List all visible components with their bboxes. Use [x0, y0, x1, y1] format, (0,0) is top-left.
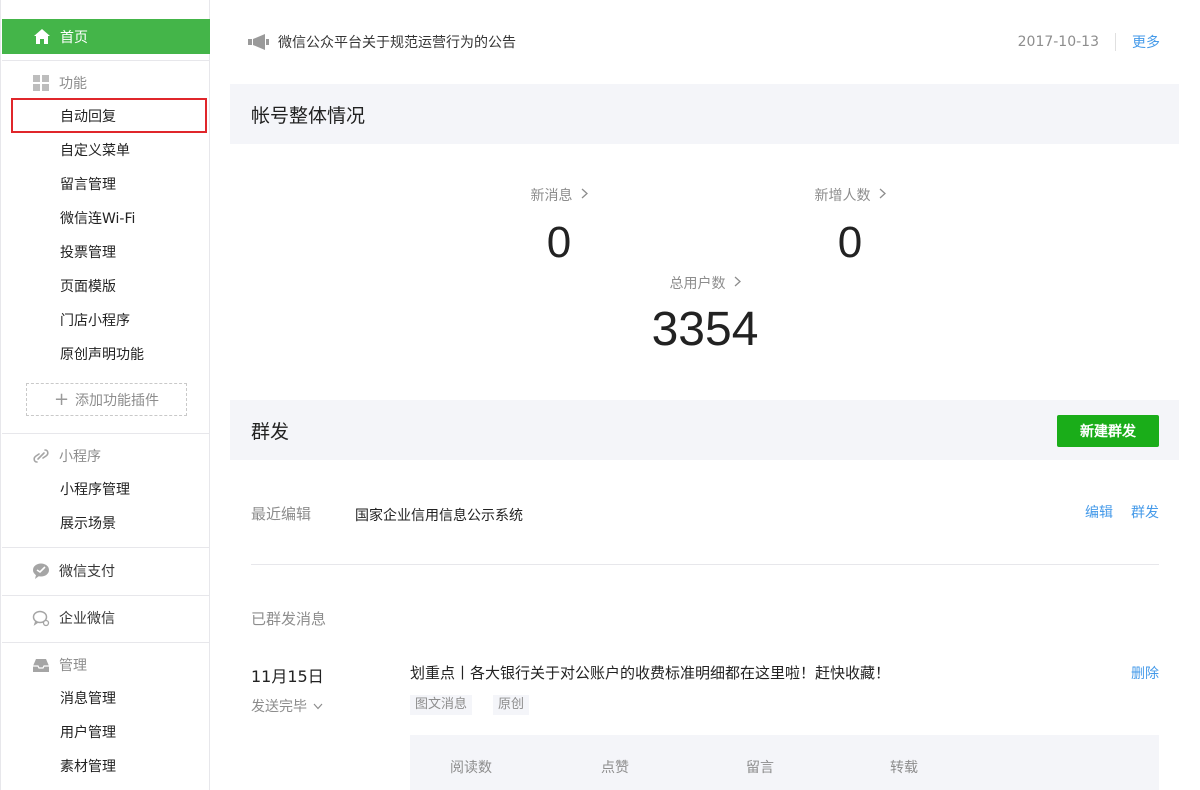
- stat-new-messages: 新消息 0: [494, 185, 624, 265]
- broadcast-header: 群发 新建群发: [230, 400, 1179, 460]
- edit-link[interactable]: 编辑: [1085, 502, 1113, 522]
- new-messages-label: 新消息: [530, 188, 573, 204]
- stat-new-users: 新增人数 0: [785, 185, 915, 265]
- message-status: 发送完毕: [251, 699, 307, 715]
- sidebar-item-materials[interactable]: 素材管理: [60, 752, 116, 782]
- sidebar-item-home[interactable]: 首页: [2, 19, 210, 54]
- sidebar-item-custom-menu[interactable]: 自定义菜单: [60, 136, 130, 166]
- recent-edit-label: 最近编辑: [251, 505, 312, 523]
- divider: [2, 642, 210, 643]
- divider: [251, 564, 1159, 565]
- section-header-functions: 功能: [1, 66, 210, 100]
- notice-date: 2017-10-13: [1017, 34, 1099, 50]
- sidebar-item-wifi[interactable]: 微信连Wi-Fi: [60, 204, 135, 234]
- section-label: 管理: [59, 658, 87, 674]
- new-users-link[interactable]: 新增人数: [815, 185, 886, 205]
- sidebar-item-label: 首页: [60, 29, 88, 46]
- divider: [2, 595, 210, 596]
- sidebar-item-comments[interactable]: 留言管理: [60, 170, 116, 200]
- sidebar-item-label: 企业微信: [59, 611, 115, 627]
- overview-header: 帐号整体情况: [230, 84, 1179, 144]
- stat-col-reposts: 转载: [890, 760, 918, 776]
- sidebar-item-original-declaration[interactable]: 原创声明功能: [60, 340, 144, 370]
- notice-bar: 微信公众平台关于规范运营行为的公告 2017-10-13 更多: [230, 25, 1179, 59]
- message-title[interactable]: 划重点丨各大银行关于对公账户的收费标准明细都在这里啦！赶快收藏！: [410, 662, 890, 683]
- stat-col-likes: 点赞: [601, 760, 629, 776]
- divider: [1115, 33, 1116, 51]
- work-wechat-icon: [32, 609, 50, 627]
- inbox-icon: [32, 656, 50, 674]
- sidebar-item-work-wechat[interactable]: 企业微信: [1, 601, 210, 635]
- sidebar-item-label: 微信支付: [59, 564, 115, 580]
- add-plugin-button[interactable]: + 添加功能插件: [26, 383, 187, 416]
- tag-original: 原创: [493, 695, 530, 715]
- overview-title: 帐号整体情况: [251, 104, 366, 127]
- grid-icon: [32, 74, 50, 92]
- sidebar-item-wechat-pay[interactable]: 微信支付: [1, 554, 210, 588]
- chevron-down-icon: [313, 698, 323, 714]
- sent-messages-label: 已群发消息: [251, 610, 327, 628]
- delete-link[interactable]: 删除: [1131, 663, 1159, 683]
- stat-col-reads: 阅读数: [450, 760, 492, 776]
- main-content: 微信公众平台关于规范运营行为的公告 2017-10-13 更多 帐号整体情况 新…: [230, 0, 1179, 790]
- new-users-label: 新增人数: [814, 188, 871, 204]
- total-users-value: 3354: [651, 303, 759, 356]
- megaphone-icon: [248, 34, 270, 50]
- notice-text[interactable]: 微信公众平台关于规范运营行为的公告: [278, 32, 516, 52]
- divider: [2, 547, 210, 548]
- add-plugin-label: 添加功能插件: [75, 392, 160, 409]
- chevron-right-icon: [734, 275, 741, 291]
- message-date: 11月15日: [251, 667, 324, 686]
- tag-article: 图文消息: [410, 695, 473, 715]
- sidebar-item-store-miniprogram[interactable]: 门店小程序: [60, 306, 130, 336]
- sidebar-item-voting[interactable]: 投票管理: [60, 238, 116, 268]
- sidebar-item-page-templates[interactable]: 页面模版: [60, 272, 116, 302]
- sidebar-item-auto-reply[interactable]: 自动回复: [60, 102, 116, 132]
- recent-edit-title[interactable]: 国家企业信用信息公示系统: [355, 505, 523, 525]
- total-users-label: 总用户数: [669, 276, 726, 292]
- total-users-link[interactable]: 总用户数: [670, 273, 741, 293]
- sidebar-item-display-scenes[interactable]: 展示场景: [60, 509, 116, 539]
- sidebar-item-miniprogram-manage[interactable]: 小程序管理: [60, 475, 130, 505]
- more-link[interactable]: 更多: [1132, 32, 1160, 52]
- stat-col-comments: 留言: [746, 760, 774, 776]
- section-header-miniprogram: 小程序: [1, 439, 210, 473]
- sidebar-item-messages[interactable]: 消息管理: [60, 684, 116, 714]
- stat-total-users: 总用户数 3354: [630, 273, 780, 354]
- message-status-dropdown[interactable]: 发送完毕: [251, 696, 323, 716]
- divider: [2, 60, 210, 61]
- broadcast-send-link[interactable]: 群发: [1131, 502, 1159, 522]
- chevron-right-icon: [879, 187, 886, 203]
- plus-icon: +: [53, 388, 70, 410]
- wechat-pay-icon: [32, 562, 50, 580]
- sidebar-item-users[interactable]: 用户管理: [60, 718, 116, 748]
- section-label: 小程序: [59, 449, 101, 465]
- chevron-right-icon: [581, 187, 588, 203]
- new-users-value: 0: [837, 218, 863, 267]
- divider: [2, 433, 210, 434]
- broadcast-title: 群发: [251, 420, 290, 443]
- new-messages-value: 0: [546, 218, 572, 267]
- home-icon: [33, 28, 51, 46]
- message-stats: 阅读数 点赞 留言 转载: [410, 735, 1159, 790]
- link-icon: [32, 447, 50, 465]
- sidebar: 首页 功能 自动回复 自定义菜单 留言管理 微信连Wi-Fi 投票管理 页面模版…: [0, 0, 210, 790]
- new-messages-link[interactable]: 新消息: [531, 185, 588, 205]
- section-label: 功能: [59, 76, 87, 92]
- section-header-manage: 管理: [1, 648, 210, 682]
- new-broadcast-button[interactable]: 新建群发: [1057, 415, 1159, 447]
